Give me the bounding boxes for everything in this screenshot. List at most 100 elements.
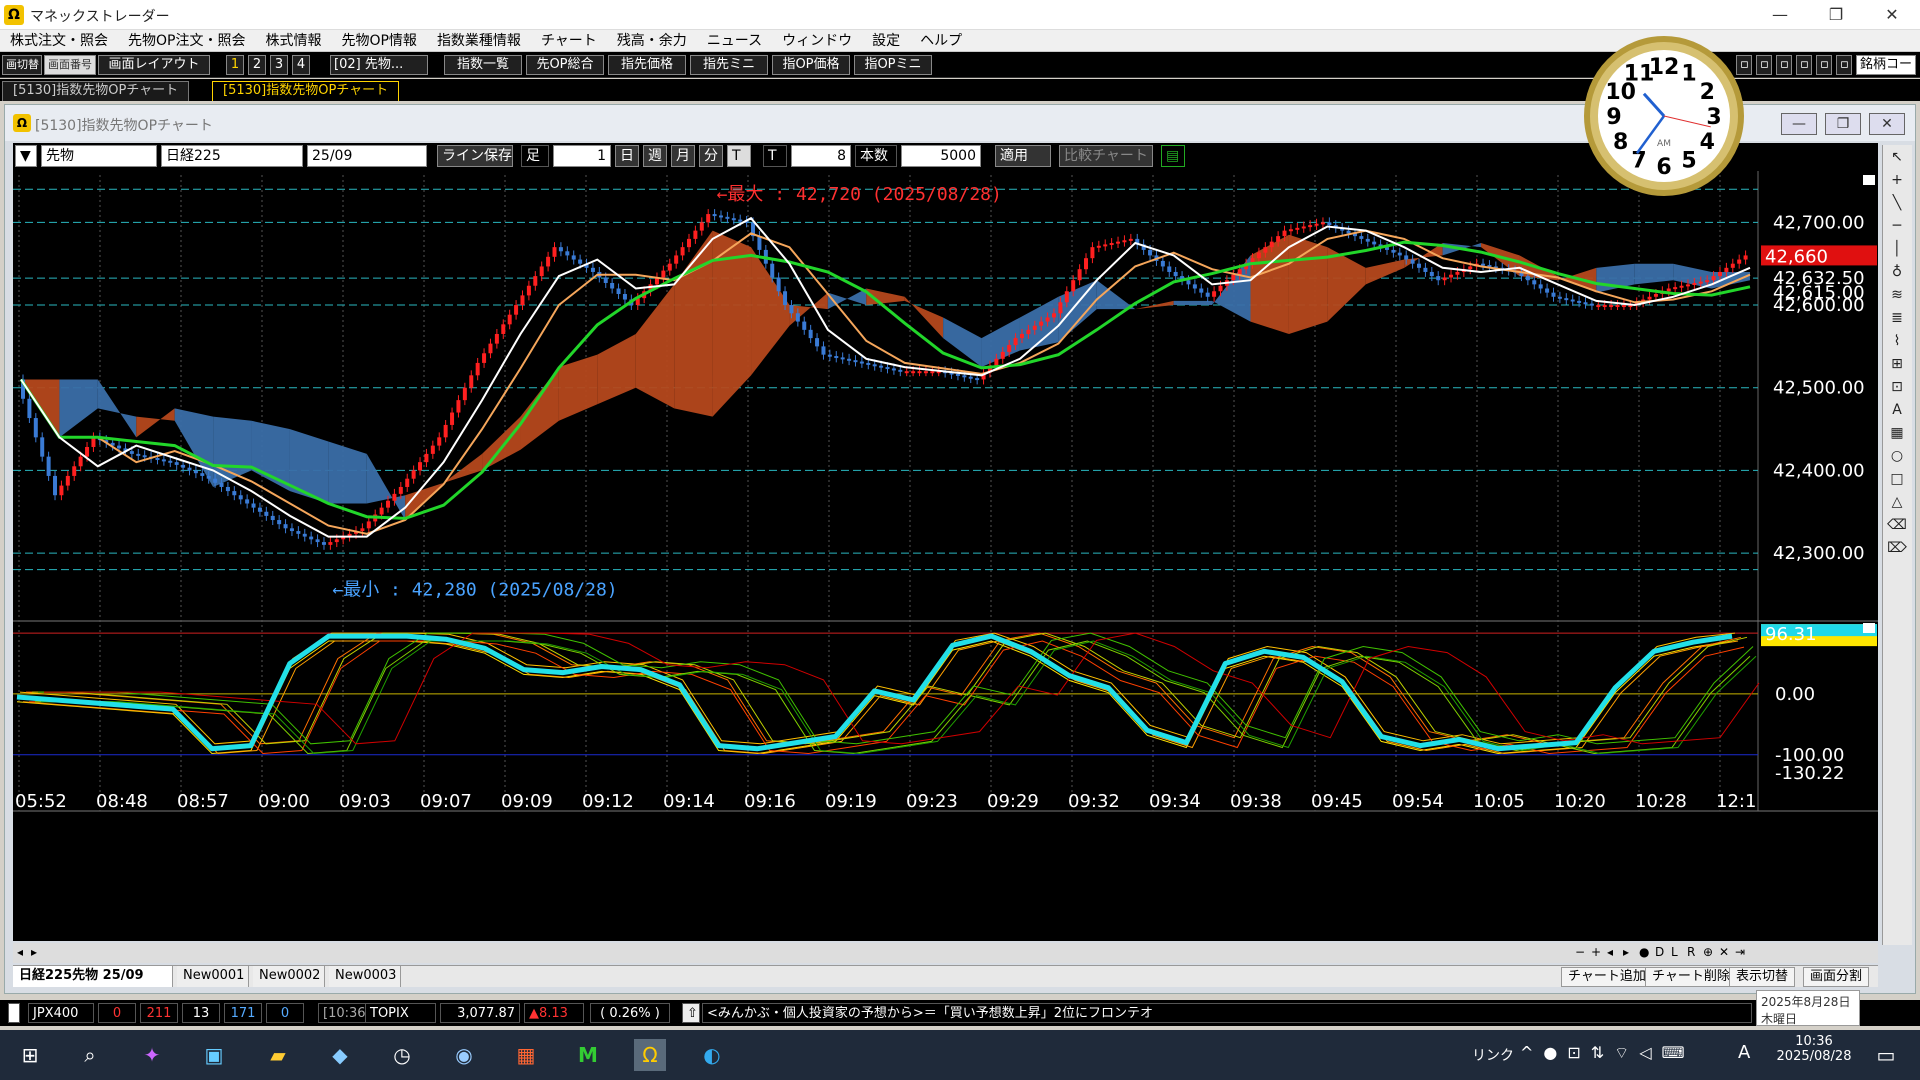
chart-minimize-button[interactable]: — <box>1781 113 1817 135</box>
scroll-control-8[interactable]: L <box>1671 945 1678 959</box>
news-icon[interactable]: ⇧ <box>682 1003 700 1023</box>
drawing-tool-2-icon[interactable]: ╲ <box>1886 192 1908 214</box>
split-screen-button[interactable]: 画面分割 <box>1803 967 1870 987</box>
drawing-tool-12-icon[interactable]: ▦ <box>1886 422 1908 444</box>
screen-number-field[interactable]: 画面番号 <box>44 55 96 75</box>
toolbar-small-icon-5[interactable]: ▫ <box>1836 55 1852 75</box>
scroll-control-7[interactable]: D <box>1655 945 1664 959</box>
period-minute[interactable]: 分 <box>699 145 723 167</box>
chart-close-button[interactable]: ✕ <box>1869 113 1905 135</box>
edge-icon[interactable]: ◐ <box>696 1039 728 1071</box>
drawing-tool-1-icon[interactable]: + <box>1886 169 1908 191</box>
app-m-icon[interactable]: M <box>572 1039 604 1071</box>
scroll-control-10[interactable]: ⊕ <box>1703 945 1713 959</box>
clock-app-icon[interactable]: ◷ <box>386 1039 418 1071</box>
screen-select-dropdown[interactable]: [02] 先物... <box>330 55 428 75</box>
scroll-control-6[interactable]: ● <box>1639 945 1649 959</box>
copilot-icon[interactable]: ✦ <box>136 1039 168 1071</box>
period-month[interactable]: 月 <box>671 145 695 167</box>
scroll-control-1[interactable]: ▸ <box>31 945 37 959</box>
close-button[interactable]: ✕ <box>1864 0 1920 30</box>
tab-chart-1[interactable]: [5130]指数先物OPチャート <box>2 81 190 101</box>
search-icon[interactable]: ⌕ <box>74 1039 106 1071</box>
drawing-tool-4-icon[interactable]: │ <box>1886 238 1908 260</box>
drawing-tool-9-icon[interactable]: ⊞ <box>1886 353 1908 375</box>
tab-chart-2[interactable]: [5130]指数先物OPチャート <box>212 81 400 101</box>
news-ticker[interactable]: <みんかぶ・個人投資家の予想から>＝「買い予想数上昇」2位にフロンテオ <box>702 1003 1752 1023</box>
toolbar-button-1[interactable]: 先OP総合 <box>526 55 604 75</box>
toolbar-small-icon-3[interactable]: ▫ <box>1796 55 1812 75</box>
tray-icons[interactable]: ^●⊡⇅⌔◁⌨ <box>1520 1043 1695 1063</box>
scroll-control-9[interactable]: R <box>1687 945 1695 959</box>
count-input[interactable]: 5000 <box>901 145 981 167</box>
stock-code-field[interactable]: 銘柄コード <box>1856 55 1920 75</box>
drawing-tool-6-icon[interactable]: ≋ <box>1886 284 1908 306</box>
toolbar-small-icon-2[interactable]: ▫ <box>1776 55 1792 75</box>
foot-input[interactable]: 1 <box>553 145 611 167</box>
index-select[interactable]: 日経225 <box>161 145 303 167</box>
scroll-control-0[interactable]: ◂ <box>17 945 23 959</box>
menu-item-8[interactable]: ウィンドウ <box>772 30 862 52</box>
menu-item-9[interactable]: 設定 <box>862 30 910 52</box>
start-icon[interactable]: ⊞ <box>14 1039 46 1071</box>
screen-switch-button[interactable]: 画切替 <box>2 55 42 75</box>
drawing-tool-10-icon[interactable]: ⊡ <box>1886 376 1908 398</box>
period-week[interactable]: 週 <box>643 145 667 167</box>
chart-plot[interactable]: ←最大 : 42,720 (2025/08/28) ←最小 : 42,280 (2… <box>13 171 1878 941</box>
period-tick[interactable]: T <box>727 145 751 167</box>
toolbar-small-icon-0[interactable]: ▫ <box>1736 55 1752 75</box>
menu-item-0[interactable]: 株式注文・照会 <box>0 30 118 52</box>
toolbar-button-2[interactable]: 指先価格 <box>608 55 686 75</box>
status-checkbox[interactable] <box>8 1003 20 1023</box>
add-chart-button[interactable]: チャート追加 <box>1561 967 1653 987</box>
drawing-tool-0-icon[interactable]: ↖ <box>1886 146 1908 168</box>
tray-clock[interactable]: 10:36 2025/08/28 <box>1766 1034 1862 1064</box>
type-select[interactable]: 先物 <box>41 145 157 167</box>
scroll-control-3[interactable]: + <box>1591 945 1601 959</box>
drawing-tool-7-icon[interactable]: ≣ <box>1886 307 1908 329</box>
drawing-tool-5-icon[interactable]: ♁ <box>1886 261 1908 283</box>
menu-item-5[interactable]: チャート <box>531 30 607 52</box>
drawing-tool-16-icon[interactable]: ⌫ <box>1886 514 1908 536</box>
t-input[interactable]: 8 <box>791 145 851 167</box>
screen-tab-3[interactable]: 3 <box>270 55 288 75</box>
sheet-tab-new2[interactable]: New0002 <box>253 966 325 987</box>
app-icon-3[interactable]: ▦ <box>510 1039 542 1071</box>
tray-link[interactable]: リンク <box>1472 1045 1514 1065</box>
chart-scrollbar[interactable]: ◂ ▸ − + ◂ ▸ ● D L R ⊕ ✕ ⇥ <box>13 943 1878 963</box>
app-icon-1[interactable]: ▣ <box>198 1039 230 1071</box>
drawing-tool-13-icon[interactable]: ○ <box>1886 445 1908 467</box>
menu-item-2[interactable]: 株式情報 <box>255 30 331 52</box>
line-save-button[interactable]: ライン保存 <box>437 145 513 167</box>
screen-tab-2[interactable]: 2 <box>248 55 266 75</box>
compare-chart-button[interactable]: 比較チャート <box>1059 145 1153 167</box>
toolbar-button-0[interactable]: 指数一覧 <box>444 55 522 75</box>
month-select[interactable]: 25/09 <box>307 145 427 167</box>
screen-tab-1[interactable]: 1 <box>226 55 244 75</box>
delete-chart-button[interactable]: チャート削除 <box>1645 967 1737 987</box>
chart-menu-button[interactable]: ▼ <box>15 145 37 167</box>
monex-trader-icon[interactable]: Ω <box>634 1039 666 1071</box>
menu-item-4[interactable]: 指数業種情報 <box>427 30 531 52</box>
minimize-button[interactable]: — <box>1752 0 1808 30</box>
scroll-control-12[interactable]: ⇥ <box>1735 945 1745 959</box>
menu-item-6[interactable]: 残高・余力 <box>607 30 697 52</box>
scroll-control-2[interactable]: − <box>1575 945 1585 959</box>
toolbar-button-4[interactable]: 指OP価格 <box>772 55 850 75</box>
scroll-control-4[interactable]: ◂ <box>1607 945 1613 959</box>
notification-icon[interactable]: ▭ <box>1870 1039 1902 1071</box>
drawing-tool-11-icon[interactable]: A <box>1886 399 1908 421</box>
drawing-tool-14-icon[interactable]: □ <box>1886 468 1908 490</box>
layout-dropdown[interactable]: 画面レイアウト <box>98 55 210 75</box>
ime-indicator[interactable]: A <box>1738 1042 1750 1063</box>
toolbar-button-3[interactable]: 指先ミニ <box>690 55 768 75</box>
drawing-tool-8-icon[interactable]: ⌇ <box>1886 330 1908 352</box>
drawing-tool-3-icon[interactable]: ─ <box>1886 215 1908 237</box>
chart-maximize-button[interactable]: ❐ <box>1825 113 1861 135</box>
menu-item-1[interactable]: 先物OP注文・照会 <box>118 30 255 52</box>
scroll-control-5[interactable]: ▸ <box>1623 945 1629 959</box>
bar-chart-icon[interactable]: ▤ <box>1161 145 1185 167</box>
toolbar-small-icon-1[interactable]: ▫ <box>1756 55 1772 75</box>
apply-button[interactable]: 適用 <box>995 145 1051 167</box>
maximize-button[interactable]: ❐ <box>1808 0 1864 30</box>
